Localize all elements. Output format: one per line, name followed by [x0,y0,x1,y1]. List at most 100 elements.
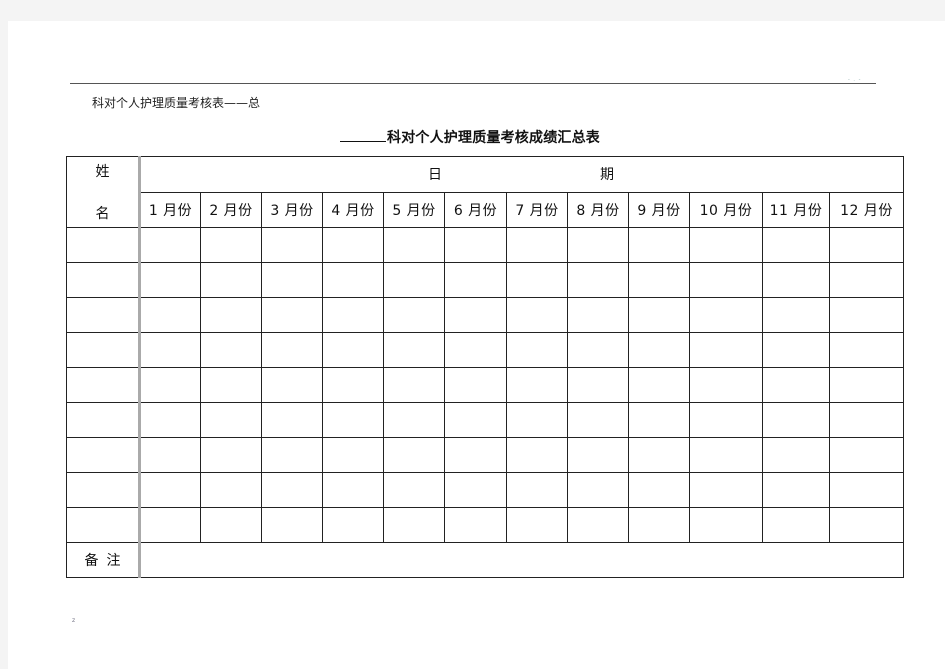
score-cell[interactable] [383,227,445,263]
score-cell[interactable] [506,437,568,473]
name-cell[interactable] [66,227,141,263]
score-cell[interactable] [261,507,323,543]
score-cell[interactable] [506,227,568,263]
score-cell[interactable] [506,367,568,403]
score-cell[interactable] [567,227,629,263]
score-cell[interactable] [322,437,384,473]
score-cell[interactable] [506,262,568,298]
score-cell[interactable] [444,437,507,473]
score-cell[interactable] [444,507,507,543]
score-cell[interactable] [762,402,830,438]
department-blank[interactable] [340,129,386,142]
score-cell[interactable] [567,437,629,473]
score-cell[interactable] [689,227,763,263]
score-cell[interactable] [628,332,690,368]
score-cell[interactable] [689,402,763,438]
score-cell[interactable] [200,332,262,368]
name-cell[interactable] [66,367,141,403]
score-cell[interactable] [322,507,384,543]
score-cell[interactable] [829,297,904,333]
score-cell[interactable] [506,507,568,543]
score-cell[interactable] [628,472,690,508]
score-cell[interactable] [829,227,904,263]
score-cell[interactable] [383,472,445,508]
score-cell[interactable] [506,472,568,508]
score-cell[interactable] [762,262,830,298]
score-cell[interactable] [689,297,763,333]
score-cell[interactable] [139,227,201,263]
score-cell[interactable] [139,437,201,473]
score-cell[interactable] [383,262,445,298]
score-cell[interactable] [383,437,445,473]
score-cell[interactable] [139,367,201,403]
score-cell[interactable] [200,507,262,543]
score-cell[interactable] [383,367,445,403]
score-cell[interactable] [689,262,763,298]
score-cell[interactable] [261,437,323,473]
score-cell[interactable] [506,402,568,438]
score-cell[interactable] [628,437,690,473]
score-cell[interactable] [322,262,384,298]
score-cell[interactable] [689,332,763,368]
score-cell[interactable] [628,227,690,263]
score-cell[interactable] [567,507,629,543]
score-cell[interactable] [628,367,690,403]
score-cell[interactable] [444,332,507,368]
score-cell[interactable] [444,262,507,298]
score-cell[interactable] [567,332,629,368]
score-cell[interactable] [261,402,323,438]
score-cell[interactable] [506,297,568,333]
score-cell[interactable] [762,507,830,543]
score-cell[interactable] [322,472,384,508]
score-cell[interactable] [139,332,201,368]
score-cell[interactable] [567,402,629,438]
score-cell[interactable] [762,227,830,263]
score-cell[interactable] [689,437,763,473]
score-cell[interactable] [829,472,904,508]
score-cell[interactable] [139,402,201,438]
score-cell[interactable] [261,262,323,298]
score-cell[interactable] [444,472,507,508]
score-cell[interactable] [139,262,201,298]
score-cell[interactable] [567,367,629,403]
notes-value-cell[interactable] [139,542,904,578]
score-cell[interactable] [139,507,201,543]
score-cell[interactable] [261,332,323,368]
score-cell[interactable] [444,402,507,438]
name-cell[interactable] [66,437,141,473]
score-cell[interactable] [322,402,384,438]
score-cell[interactable] [762,332,830,368]
score-cell[interactable] [139,297,201,333]
name-cell[interactable] [66,262,141,298]
score-cell[interactable] [689,507,763,543]
score-cell[interactable] [200,472,262,508]
score-cell[interactable] [383,402,445,438]
score-cell[interactable] [322,332,384,368]
score-cell[interactable] [628,507,690,543]
score-cell[interactable] [506,332,568,368]
score-cell[interactable] [200,402,262,438]
name-cell[interactable] [66,472,141,508]
score-cell[interactable] [567,262,629,298]
score-cell[interactable] [762,472,830,508]
score-cell[interactable] [628,402,690,438]
score-cell[interactable] [444,297,507,333]
score-cell[interactable] [762,297,830,333]
name-cell[interactable] [66,402,141,438]
score-cell[interactable] [567,297,629,333]
score-cell[interactable] [567,472,629,508]
score-cell[interactable] [261,367,323,403]
score-cell[interactable] [200,297,262,333]
score-cell[interactable] [829,402,904,438]
score-cell[interactable] [689,472,763,508]
score-cell[interactable] [383,332,445,368]
score-cell[interactable] [829,437,904,473]
score-cell[interactable] [200,262,262,298]
score-cell[interactable] [383,507,445,543]
score-cell[interactable] [829,332,904,368]
name-cell[interactable] [66,332,141,368]
score-cell[interactable] [322,297,384,333]
score-cell[interactable] [200,227,262,263]
score-cell[interactable] [762,437,830,473]
score-cell[interactable] [628,297,690,333]
